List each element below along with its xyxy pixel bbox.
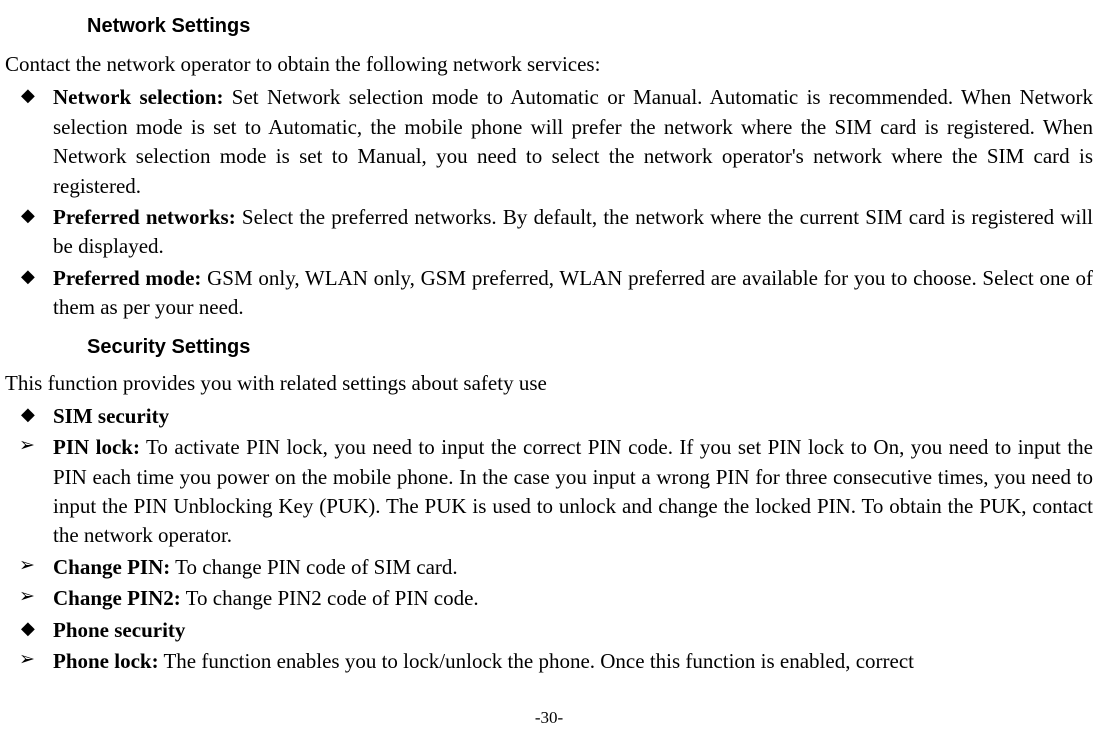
item-label: PIN lock: <box>53 435 140 459</box>
item-label: SIM security <box>53 404 169 428</box>
item-label: Network selection: <box>53 85 223 109</box>
list-item: Phone security <box>5 616 1093 645</box>
item-text: To change PIN code of SIM card. <box>170 555 457 579</box>
list-item: PIN lock: To activate PIN lock, you need… <box>5 433 1093 551</box>
item-label: Preferred mode: <box>53 266 201 290</box>
item-label: Preferred networks: <box>53 205 236 229</box>
heading-security-settings: Security Settings <box>87 333 1093 361</box>
list-item: Phone lock: The function enables you to … <box>5 647 1093 676</box>
item-text: The function enables you to lock/unlock … <box>159 649 914 673</box>
item-label: Change PIN2: <box>53 586 181 610</box>
item-label: Phone security <box>53 618 185 642</box>
list-item: Change PIN2: To change PIN2 code of PIN … <box>5 584 1093 613</box>
network-bullet-list: Network selection: Set Network selection… <box>5 83 1093 322</box>
list-item: Preferred mode: GSM only, WLAN only, GSM… <box>5 264 1093 323</box>
item-text: To activate PIN lock, you need to input … <box>53 435 1093 547</box>
list-item: SIM security <box>5 402 1093 431</box>
list-item: Network selection: Set Network selection… <box>5 83 1093 201</box>
item-text: To change PIN2 code of PIN code. <box>181 586 479 610</box>
network-intro-text: Contact the network operator to obtain t… <box>5 50 1093 79</box>
security-intro-text: This function provides you with related … <box>5 369 1093 398</box>
item-label: Change PIN: <box>53 555 170 579</box>
list-item: Preferred networks: Select the preferred… <box>5 203 1093 262</box>
security-bullet-list: SIM security PIN lock: To activate PIN l… <box>5 402 1093 677</box>
heading-network-settings: Network Settings <box>87 12 1093 40</box>
item-label: Phone lock: <box>53 649 159 673</box>
item-text: GSM only, WLAN only, GSM preferred, WLAN… <box>53 266 1093 319</box>
list-item: Change PIN: To change PIN code of SIM ca… <box>5 553 1093 582</box>
page-number: -30- <box>0 706 1098 730</box>
